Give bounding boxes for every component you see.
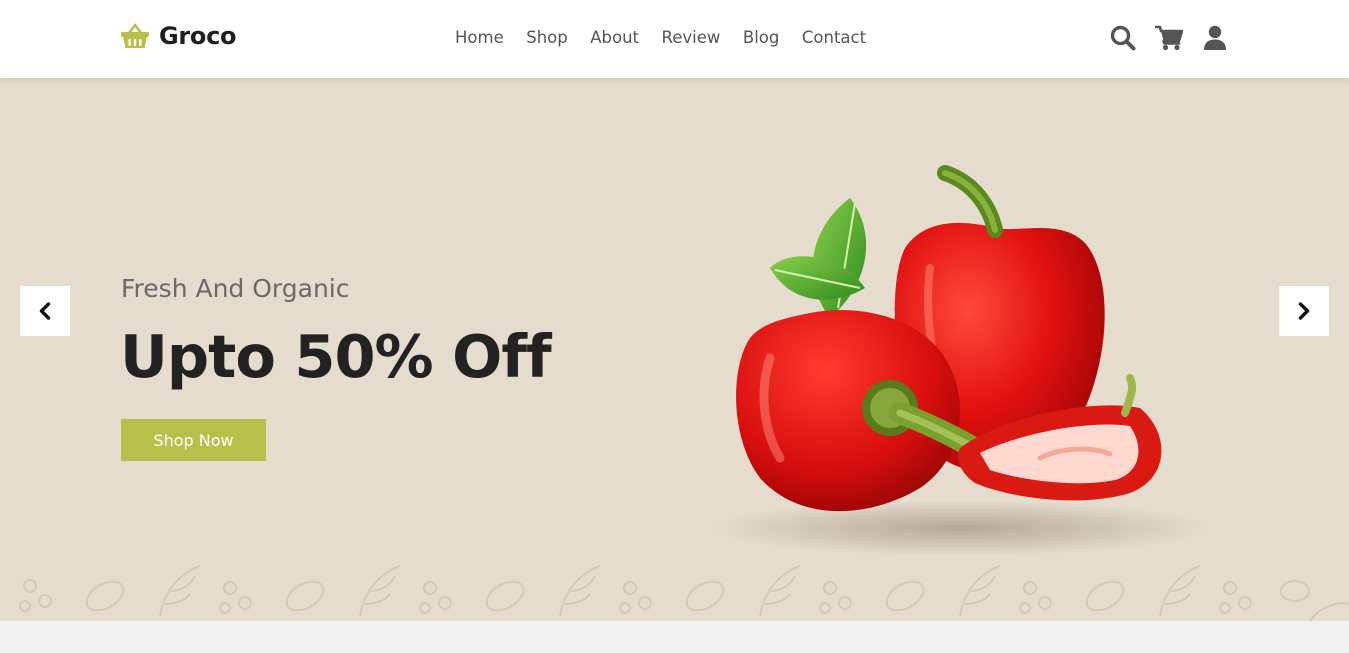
nav-review[interactable]: Review	[662, 28, 721, 47]
chevron-left-icon	[39, 302, 51, 320]
nav-shop[interactable]: Shop	[526, 28, 568, 47]
hero-slider: Fresh And Organic Upto 50% Off Shop Now	[0, 78, 1349, 621]
chevron-right-icon	[1298, 302, 1310, 320]
logo[interactable]: Groco	[120, 22, 237, 50]
nav-home[interactable]: Home	[455, 28, 504, 47]
nav-contact[interactable]: Contact	[802, 28, 866, 47]
user-icon[interactable]	[1201, 24, 1229, 52]
slider-next-button[interactable]	[1279, 286, 1329, 336]
brand-name: Groco	[159, 22, 237, 50]
shop-now-button[interactable]: Shop Now	[121, 419, 266, 461]
main-nav: Home Shop About Review Blog Contact	[455, 28, 889, 47]
search-icon[interactable]	[1109, 24, 1137, 52]
nav-blog[interactable]: Blog	[743, 28, 779, 47]
hero-subtitle: Fresh And Organic	[121, 274, 350, 303]
shopping-basket-icon	[121, 23, 149, 48]
decorative-pattern	[19, 565, 1349, 621]
cart-icon[interactable]	[1155, 24, 1183, 52]
hero-headline: Upto 50% Off	[120, 322, 552, 391]
header-actions	[1091, 24, 1229, 52]
hero-peppers-image	[710, 165, 1210, 556]
slider-prev-button[interactable]	[20, 286, 70, 336]
nav-about[interactable]: About	[590, 28, 639, 47]
site-header: Groco Home Shop About Review Blog Contac…	[0, 0, 1349, 78]
